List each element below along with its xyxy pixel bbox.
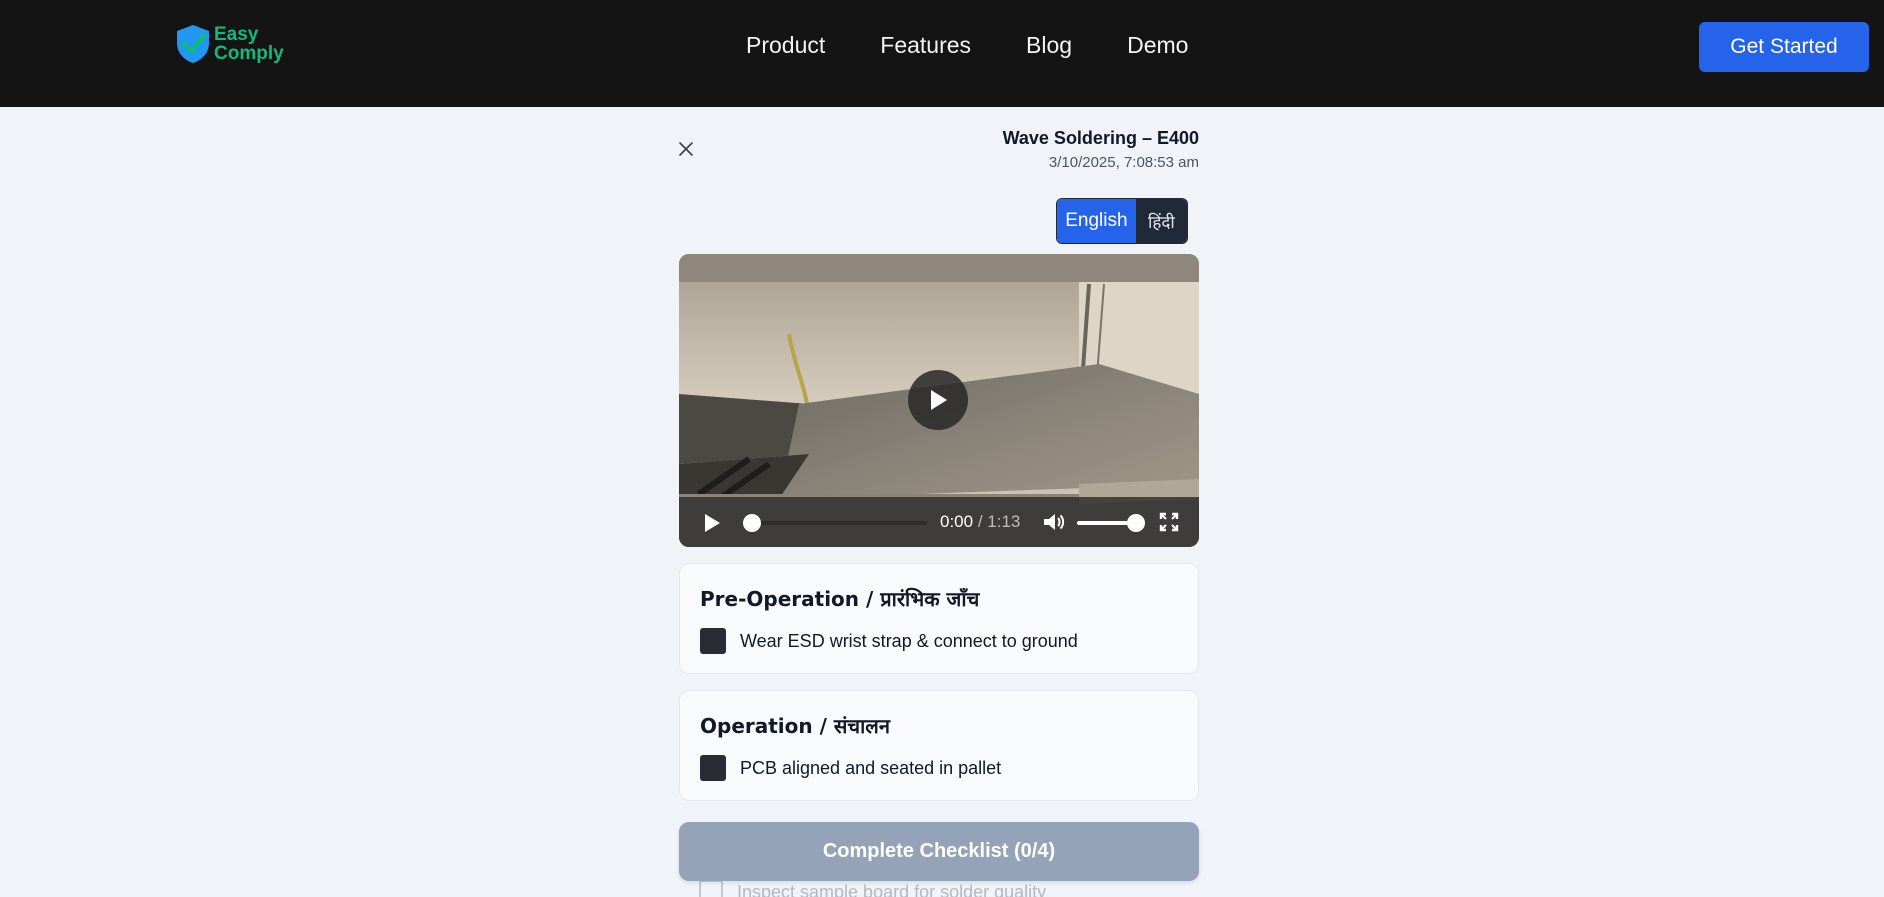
progress-knob[interactable] xyxy=(743,514,761,532)
close-icon[interactable] xyxy=(676,139,696,159)
item-label: PCB aligned and seated in pallet xyxy=(740,757,1002,778)
shield-check-icon xyxy=(177,25,209,63)
play-icon xyxy=(931,390,947,410)
duration: 1:13 xyxy=(987,512,1021,531)
item-label: Wear ESD wrist strap & connect to ground xyxy=(740,630,1078,651)
easy-comply-logo[interactable]: Easy Comply xyxy=(174,22,284,66)
volume-knob[interactable] xyxy=(1127,514,1145,532)
video-player[interactable]: 0:00 / 1:13 xyxy=(679,254,1199,547)
item-checkbox[interactable] xyxy=(700,628,726,654)
current-time: 0:00 xyxy=(940,512,974,531)
language-hindi-button[interactable]: हिंदी xyxy=(1135,199,1187,243)
video-time: 0:00 / 1:13 xyxy=(940,512,1020,532)
main-nav: Product Features Blog Demo xyxy=(746,32,1188,59)
nav-product[interactable]: Product xyxy=(746,32,825,59)
section-title: Operation / संचालन xyxy=(700,714,890,738)
logo-line-2: Comply xyxy=(214,43,284,64)
checklist-item[interactable]: PCB aligned and seated in pallet xyxy=(700,755,1001,781)
item-checkbox[interactable] xyxy=(700,755,726,781)
checklist-section-pre-operation: Pre-Operation / प्रारंभिक जाँच Wear ESD … xyxy=(679,563,1199,674)
logo-line-1: Easy xyxy=(214,24,259,45)
volume-slider[interactable] xyxy=(1077,514,1145,532)
nav-blog[interactable]: Blog xyxy=(1026,32,1072,59)
checklist-item[interactable]: Wear ESD wrist strap & connect to ground xyxy=(700,628,1078,654)
nav-features[interactable]: Features xyxy=(880,32,971,59)
video-controls: 0:00 / 1:13 xyxy=(679,497,1199,547)
fullscreen-icon[interactable] xyxy=(1159,512,1179,532)
logo-wordmark: Easy Comply xyxy=(214,25,284,63)
checklist-timestamp: 3/10/2025, 7:08:53 am xyxy=(1048,154,1199,171)
language-english-button[interactable]: English xyxy=(1057,199,1136,243)
checklist-section-operation: Operation / संचालन PCB aligned and seate… xyxy=(679,690,1199,801)
top-navbar: Easy Comply Product Features Blog Demo G… xyxy=(0,0,1884,107)
checklist-title: Wave Soldering – E400 xyxy=(1002,128,1199,148)
item-checkbox[interactable] xyxy=(699,880,723,897)
partially-visible-item[interactable]: Inspect sample board for solder quality xyxy=(699,880,1046,897)
time-separator: / xyxy=(973,512,988,531)
get-started-button[interactable]: Get Started xyxy=(1699,22,1869,72)
language-toggle: English हिंदी xyxy=(1056,198,1188,244)
video-progress-bar[interactable] xyxy=(743,514,927,532)
complete-checklist-button[interactable]: Complete Checklist (0/4) xyxy=(679,822,1199,881)
volume-icon[interactable] xyxy=(1042,511,1066,533)
center-play-button[interactable] xyxy=(908,370,968,430)
play-icon[interactable] xyxy=(701,512,723,534)
item-label: Inspect sample board for solder quality xyxy=(737,881,1047,897)
nav-demo[interactable]: Demo xyxy=(1127,32,1188,59)
section-title: Pre-Operation / प्रारंभिक जाँच xyxy=(700,587,980,611)
